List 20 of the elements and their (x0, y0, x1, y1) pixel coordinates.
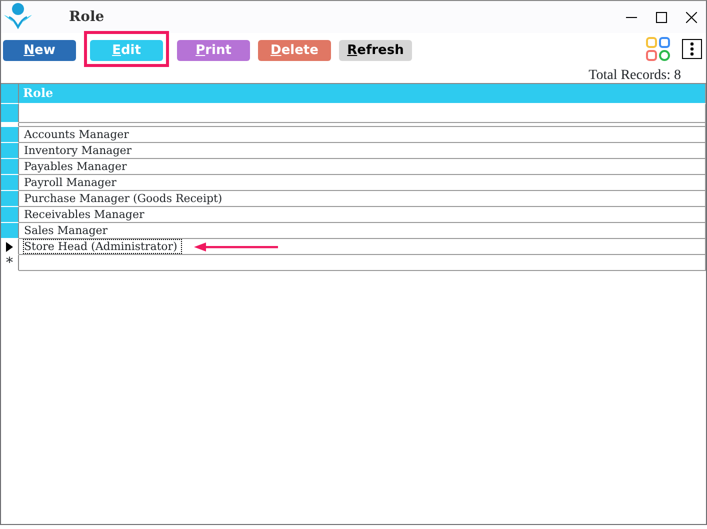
apps-icon[interactable] (646, 37, 670, 61)
table-cell[interactable]: Store Head (Administrator) (23, 239, 182, 254)
total-records-label: Total Records: 8 (588, 68, 681, 83)
table-cell[interactable]: Purchase Manager (Goods Receipt) (23, 191, 228, 206)
app-logo-icon (3, 3, 33, 31)
close-icon (686, 12, 696, 22)
toolbar-button[interactable]: New (3, 40, 76, 61)
table-cell[interactable]: Payroll Manager (23, 175, 122, 190)
more-options-icon[interactable] (682, 39, 702, 59)
table-cell[interactable]: Accounts Manager (23, 127, 134, 142)
table-cell[interactable]: Sales Manager (23, 223, 113, 238)
table-cell[interactable]: Inventory Manager (23, 143, 137, 158)
window-title: Role (69, 8, 104, 26)
table-cell[interactable]: Receivables Manager (23, 207, 150, 222)
new-row-marker: * (6, 256, 13, 270)
maximize-icon (656, 12, 666, 22)
toolbar-button[interactable]: Refresh (339, 40, 412, 61)
table-cell[interactable]: Payables Manager (23, 159, 132, 174)
minimize-icon (626, 16, 636, 18)
filter-field[interactable] (19, 104, 706, 123)
